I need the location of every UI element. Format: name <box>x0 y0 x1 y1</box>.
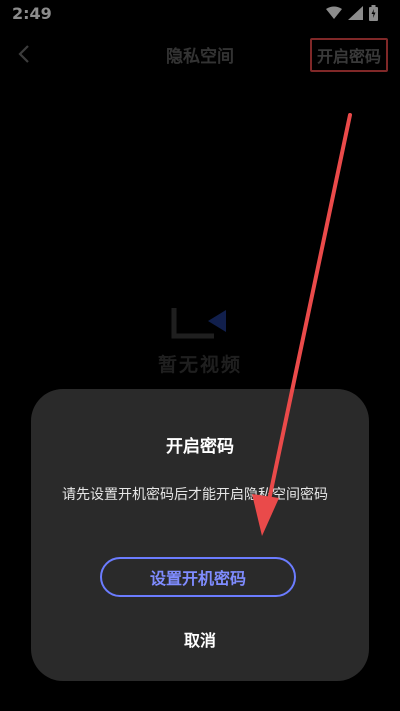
cancel-button[interactable]: 取消 <box>31 627 369 651</box>
dialog-title: 开启密码 <box>166 437 234 457</box>
set-boot-password-button[interactable]: 设置开机密码 <box>100 557 296 597</box>
open-password-dialog: 开启密码 请先设置开机密码后才能开启隐私空间密码 设置开机密码 取消 <box>31 389 369 681</box>
dialog-message: 请先设置开机密码后才能开启隐私空间密码 <box>62 487 328 503</box>
